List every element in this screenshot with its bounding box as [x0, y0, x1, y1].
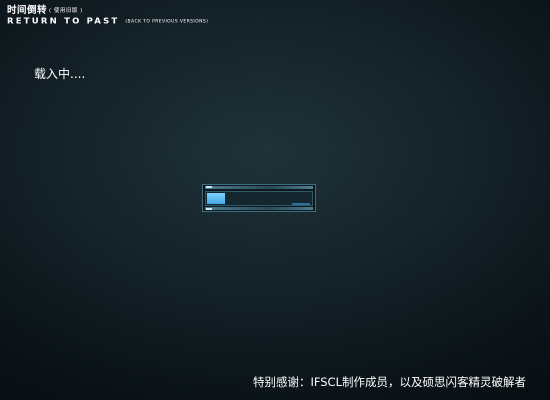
credits-text: 特别感谢：IFSCL制作成员，以及硕思闪客精灵破解者: [252, 375, 526, 389]
title-chinese: 时间倒转( 使用旧版 ): [7, 5, 208, 17]
title-english: RETURN TO PAST (BACK TO PREVIOUS VERSIONS…: [7, 17, 208, 27]
progress-bar: [202, 184, 316, 212]
progress-fill: [207, 193, 225, 204]
loading-label: 载入中....: [34, 67, 86, 81]
title-chinese-text: 时间倒转: [7, 5, 48, 16]
title-english-text: RETURN TO PAST: [7, 17, 120, 26]
title-english-subtitle: (BACK TO PREVIOUS VERSIONS): [125, 19, 209, 25]
title-chinese-subtitle: ( 使用旧版 ): [49, 8, 83, 14]
header: 时间倒转( 使用旧版 ) RETURN TO PAST (BACK TO PREV…: [7, 5, 208, 28]
progress-frame-top-strip: [205, 186, 313, 189]
progress-frame-bottom-strip: [205, 207, 313, 210]
progress-frame-bottom-cap: [206, 208, 212, 210]
progress-indicator-mark: [292, 203, 310, 205]
progress-frame-top-cap: [206, 186, 212, 188]
